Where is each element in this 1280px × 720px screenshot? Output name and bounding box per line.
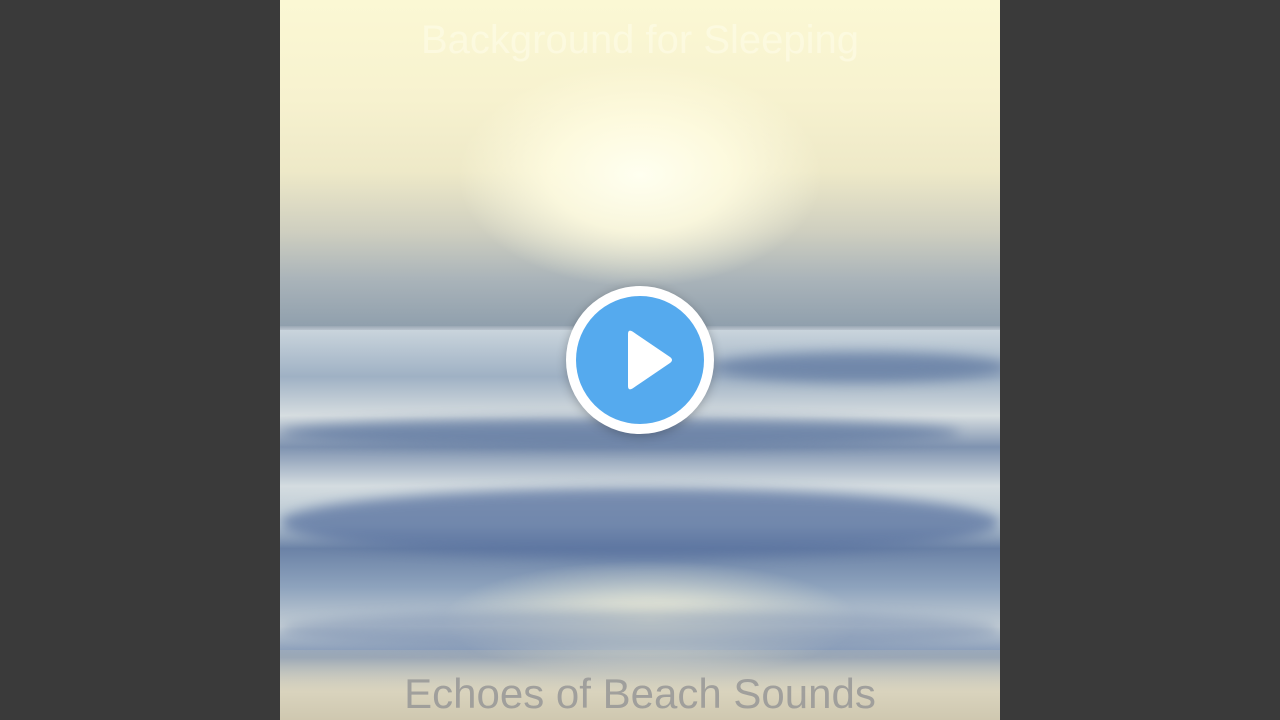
play-button-circle <box>576 296 704 424</box>
artwork-bottom-title: Echoes of Beach Sounds <box>404 670 876 717</box>
artwork-top-title: Background for Sleeping <box>420 18 860 62</box>
video-player[interactable]: Background for Sleeping Echoes of Beach … <box>0 0 1280 720</box>
play-button[interactable] <box>566 286 714 434</box>
play-icon <box>628 330 672 390</box>
wave <box>280 610 1000 650</box>
wave <box>710 352 1000 382</box>
wave <box>280 488 1000 558</box>
